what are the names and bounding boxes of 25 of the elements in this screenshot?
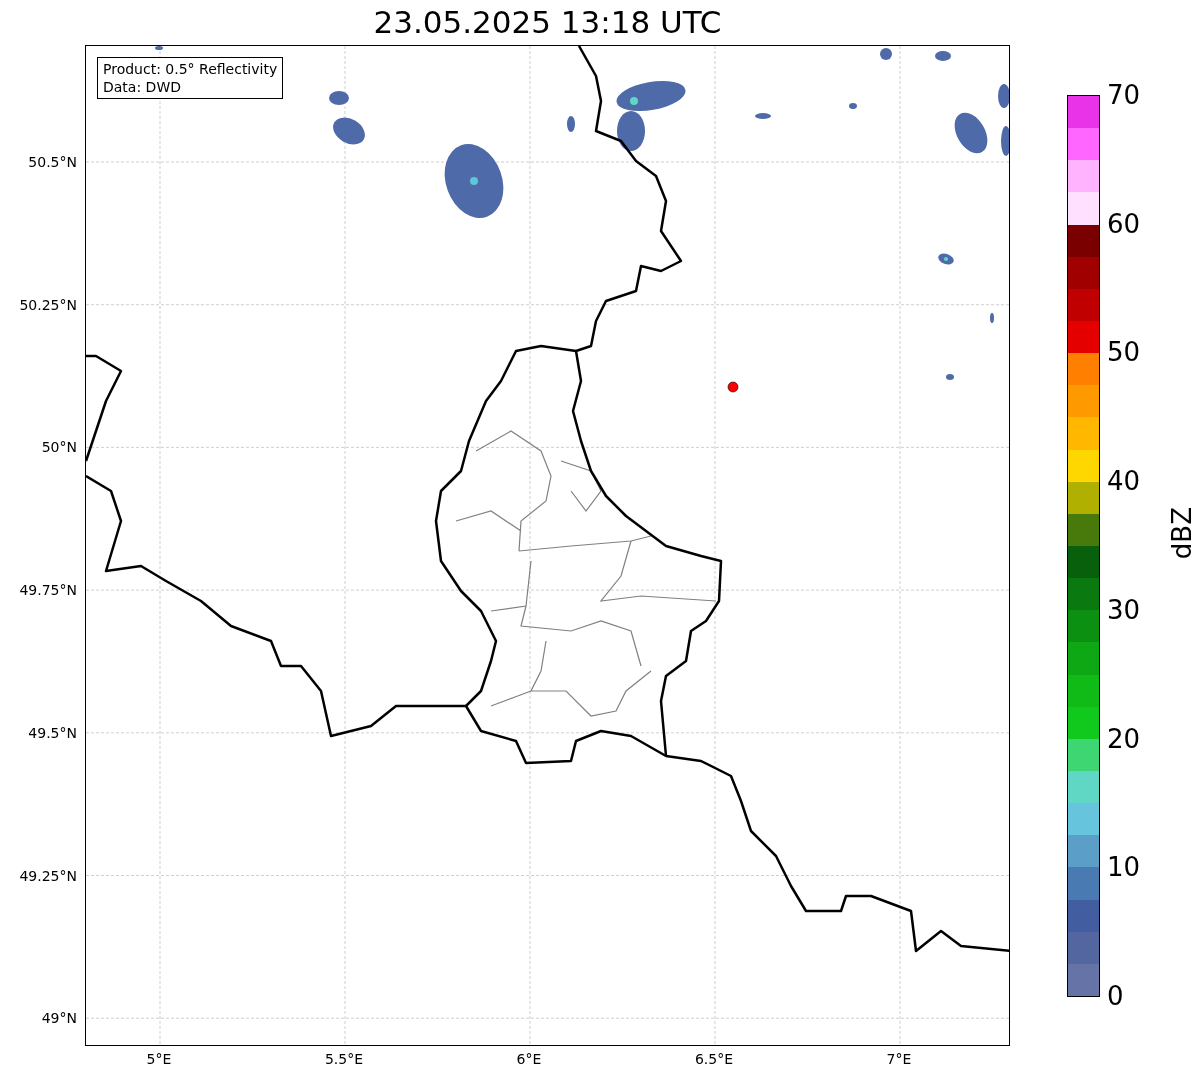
- latitude-label: 49.75°N: [19, 581, 77, 601]
- latitude-label: 50°N: [41, 438, 77, 458]
- station-marker: [727, 381, 739, 393]
- latitude-label: 49.5°N: [28, 723, 77, 743]
- colorbar-tick-label: 50: [1107, 337, 1141, 368]
- chart-title: 23.05.2025 13:18 UTC: [372, 3, 723, 42]
- latitude-label: 49.25°N: [19, 866, 77, 886]
- colorbar-tick-label: 60: [1107, 208, 1141, 239]
- colorbar-tick-label: 0: [1107, 981, 1124, 1011]
- colorbar-tick-label: 20: [1107, 723, 1141, 754]
- colorbar-tick-label: 10: [1107, 852, 1141, 883]
- longitude-label: 5°E: [146, 1050, 172, 1069]
- longitude-label: 7°E: [886, 1050, 912, 1069]
- longitude-label: 6°E: [516, 1050, 542, 1069]
- longitude-label: 6.5°E: [694, 1050, 734, 1069]
- latitude-label: 50.5°N: [28, 153, 77, 172]
- latitude-label: 50.25°N: [19, 295, 77, 315]
- colorbar-tick-label: 70: [1107, 80, 1141, 110]
- colorbar-tick-label: 30: [1107, 594, 1141, 625]
- info-text: Product: 0.5° Reflectivity: [103, 60, 278, 78]
- info-text: Data: DWD: [103, 78, 182, 96]
- colorbar-tick-label: 40: [1107, 466, 1141, 497]
- latitude-label: 49°N: [41, 1009, 77, 1029]
- colorbar-label: dBZ: [1166, 507, 1198, 560]
- longitude-label: 5.5°E: [324, 1050, 364, 1069]
